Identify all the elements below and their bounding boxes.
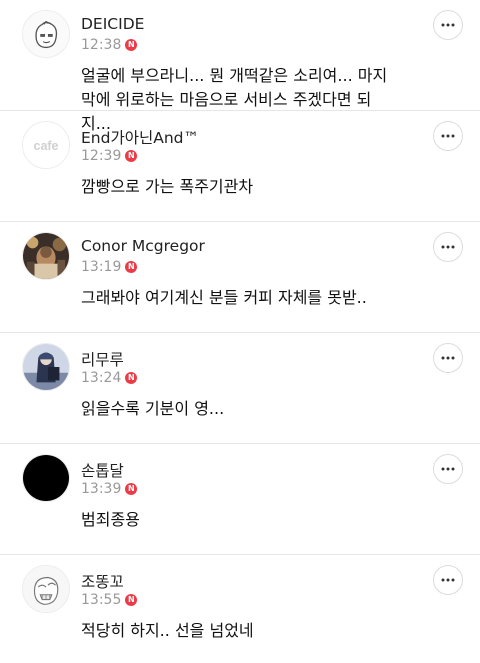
comment-meta: 13:39 N [81, 481, 138, 497]
comment-time: 12:38 [81, 37, 122, 53]
comment-meta: 13:19 N [81, 259, 138, 275]
more-options-icon [441, 467, 455, 471]
new-badge: N [125, 261, 138, 273]
comment-item: cafe End가아닌And™ 12:39 N 깜빵으로 가는 폭주기관차 [0, 111, 480, 222]
more-options-icon [441, 134, 455, 138]
comment-meta: 13:55 N [81, 592, 138, 608]
comment-item: DEICIDE 12:38 N 얼굴에 부으라니... 뭔 개떡같은 소리여..… [0, 0, 480, 133]
new-badge: N [125, 372, 138, 384]
sketch-face-avatar[interactable] [22, 565, 70, 613]
comment-item: 리무루 13:24 N 읽을수록 기분이 영... [0, 333, 480, 444]
comment-meta: 12:38 N [81, 37, 138, 53]
comment-text: 적당히 하지.. 선을 넘었네 [81, 621, 254, 640]
comment-item: Conor Mcgregor 13:19 N 그래봐야 여기계신 분들 커피 자… [0, 222, 480, 333]
comment-time: 13:24 [81, 370, 122, 386]
cafe-default-avatar[interactable]: cafe [22, 121, 70, 169]
more-options-button[interactable] [433, 565, 463, 595]
more-options-icon [441, 578, 455, 582]
comment-text: 깜빵으로 가는 폭주기관차 [81, 177, 254, 196]
comment-time: 12:39 [81, 148, 122, 164]
comment-text: 읽을수록 기분이 영... [81, 399, 225, 418]
comment-author[interactable]: End가아닌And™ [81, 126, 199, 148]
comment-text: 범죄종용 [81, 510, 140, 529]
comment-time: 13:39 [81, 481, 122, 497]
comment-meta: 12:39 N [81, 148, 138, 164]
comment-author[interactable]: 리무루 [81, 348, 124, 370]
more-options-button[interactable] [433, 232, 463, 262]
new-badge: N [125, 483, 138, 495]
more-options-button[interactable] [433, 10, 463, 40]
crescent-moon-avatar[interactable] [22, 454, 70, 502]
avatar-cafe-text: cafe [34, 139, 59, 153]
comment-list: DEICIDE 12:38 N 얼굴에 부으라니... 뭔 개떡같은 소리여..… [0, 0, 480, 663]
comment-author[interactable]: Conor Mcgregor [81, 237, 205, 255]
comment-meta: 13:24 N [81, 370, 138, 386]
more-options-icon [441, 245, 455, 249]
comment-item: 손톱달 13:39 N 범죄종용 [0, 444, 480, 555]
comment-time: 13:55 [81, 592, 122, 608]
comment-time: 13:19 [81, 259, 122, 275]
new-badge: N [125, 594, 138, 606]
comment-item: 조똥꼬 13:55 N 적당히 하지.. 선을 넘었네 [0, 555, 480, 663]
character-photo-avatar[interactable] [22, 343, 70, 391]
comment-text: 그래봐야 여기계신 분들 커피 자체를 못받.. [81, 288, 367, 307]
comment-author[interactable]: DEICIDE [81, 15, 144, 33]
new-badge: N [125, 150, 138, 162]
cartoon-face-avatar[interactable] [22, 10, 70, 58]
more-options-icon [441, 356, 455, 360]
comment-author[interactable]: 손톱달 [81, 459, 124, 481]
comment-author[interactable]: 조똥꼬 [81, 570, 124, 592]
more-options-button[interactable] [433, 343, 463, 373]
photo-avatar[interactable] [22, 232, 70, 280]
more-options-button[interactable] [433, 454, 463, 484]
more-options-icon [441, 23, 455, 27]
more-options-button[interactable] [433, 121, 463, 151]
new-badge: N [125, 39, 138, 51]
